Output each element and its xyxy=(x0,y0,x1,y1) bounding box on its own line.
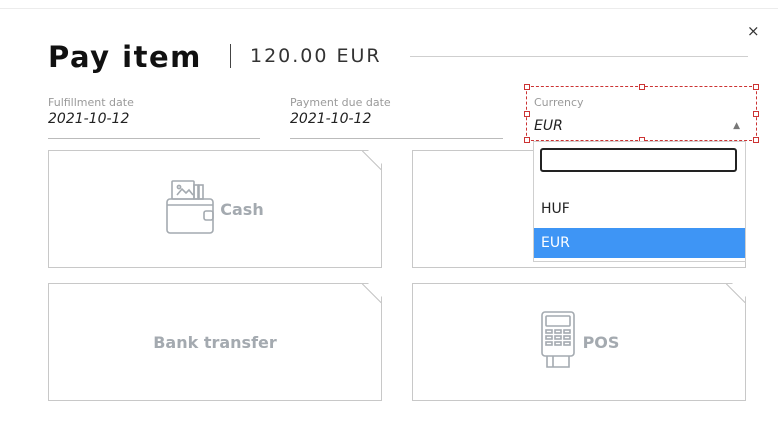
payment-due-date-field[interactable]: Payment due date 2021-10-12 xyxy=(290,96,503,139)
top-divider xyxy=(0,8,778,9)
pos-method-label: POS xyxy=(582,332,620,352)
payment-amount: 120.00 EUR xyxy=(250,45,382,67)
selection-handle xyxy=(524,111,530,117)
payment-due-date-label: Payment due date xyxy=(290,96,391,109)
selection-handle xyxy=(753,111,759,117)
selection-handle xyxy=(753,137,759,143)
title-separator xyxy=(230,44,231,68)
dialog-header: Pay item 120.00 EUR xyxy=(48,40,748,76)
caret-up-icon[interactable]: ▲ xyxy=(733,121,740,131)
close-button[interactable]: × xyxy=(747,24,760,39)
payment-due-date-value[interactable]: 2021-10-12 xyxy=(290,111,503,127)
pos-terminal-icon xyxy=(539,311,579,373)
cash-method-label: Cash xyxy=(220,199,264,219)
bank-transfer-method-label: Bank transfer xyxy=(153,332,277,352)
fulfillment-date-value[interactable]: 2021-10-12 xyxy=(48,111,260,127)
selection-handle xyxy=(753,84,759,90)
header-rule xyxy=(410,56,748,57)
field-underline xyxy=(48,138,260,139)
currency-dropdown: HUF EUR xyxy=(533,141,746,262)
currency-label: Currency xyxy=(534,96,584,109)
page-title: Pay item xyxy=(48,40,202,74)
currency-option-eur[interactable]: EUR xyxy=(534,228,745,258)
pos-method-card[interactable]: POS xyxy=(412,283,746,401)
selection-handle xyxy=(639,84,645,90)
currency-value[interactable]: EUR xyxy=(534,118,563,134)
field-underline xyxy=(290,138,503,139)
bank-transfer-method-card[interactable]: Bank transfer xyxy=(48,283,382,401)
selection-handle xyxy=(524,84,530,90)
currency-option-huf[interactable]: HUF xyxy=(534,194,745,224)
wallet-icon xyxy=(166,179,216,239)
fulfillment-date-field[interactable]: Fulfillment date 2021-10-12 xyxy=(48,96,260,139)
selection-handle xyxy=(524,137,530,143)
cash-method-card[interactable]: Cash xyxy=(48,150,382,268)
fulfillment-date-label: Fulfillment date xyxy=(48,96,134,109)
currency-search-input[interactable] xyxy=(540,148,737,172)
currency-select[interactable]: Currency EUR ▲ xyxy=(524,84,759,143)
